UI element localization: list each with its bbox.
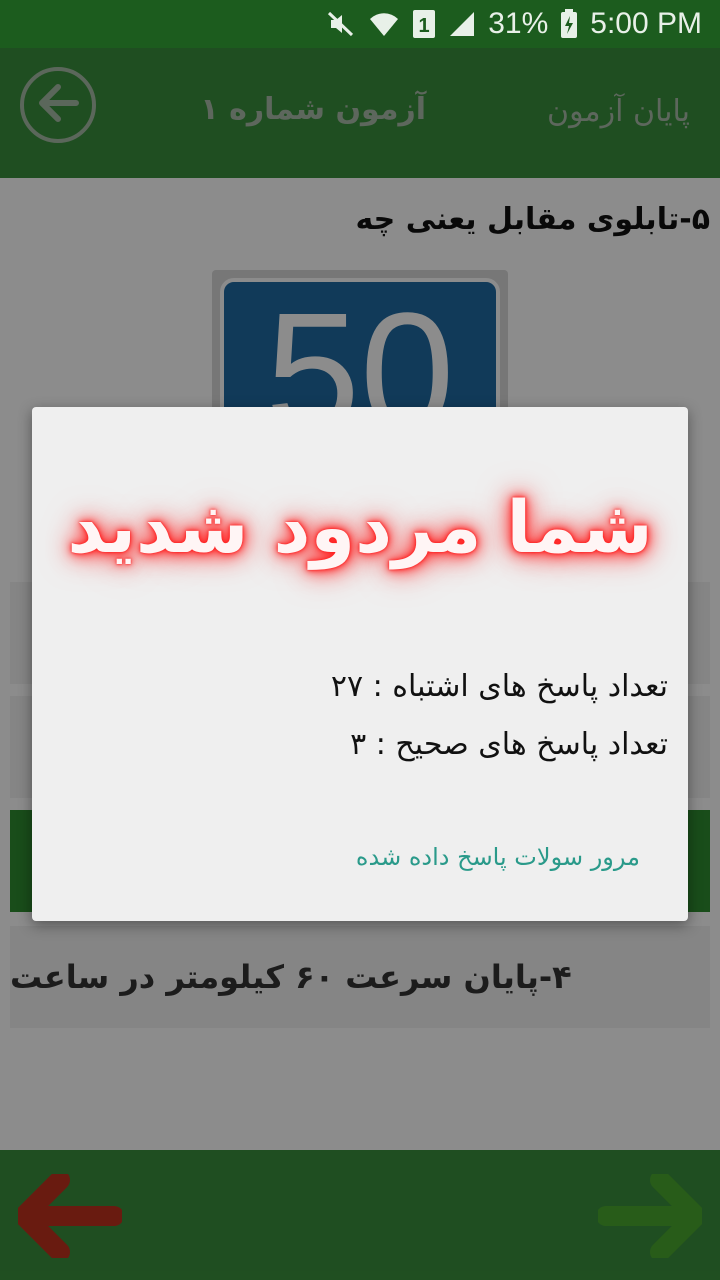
signal-icon [448, 10, 476, 38]
review-answers-link[interactable]: مرور سولات پاسخ داده شده [356, 843, 640, 871]
mute-icon [326, 9, 356, 39]
status-bar: 1 31% 5:00 PM [0, 0, 720, 48]
battery-charging-icon [560, 9, 578, 39]
clock: 5:00 PM [590, 7, 702, 40]
wrong-answers-count: تعداد پاسخ های اشتباه : ۲۷ [330, 669, 668, 704]
sim-icon: 1 [412, 9, 436, 39]
sim-badge-text: 1 [419, 15, 430, 37]
result-dialog: شما مردود شدید تعداد پاسخ های اشتباه : ۲… [32, 407, 688, 921]
correct-answers-count: تعداد پاسخ های صحیح : ۳ [350, 727, 668, 762]
fail-title: شما مردود شدید [67, 485, 653, 569]
battery-percent: 31% [488, 7, 549, 40]
wifi-icon [368, 9, 400, 39]
